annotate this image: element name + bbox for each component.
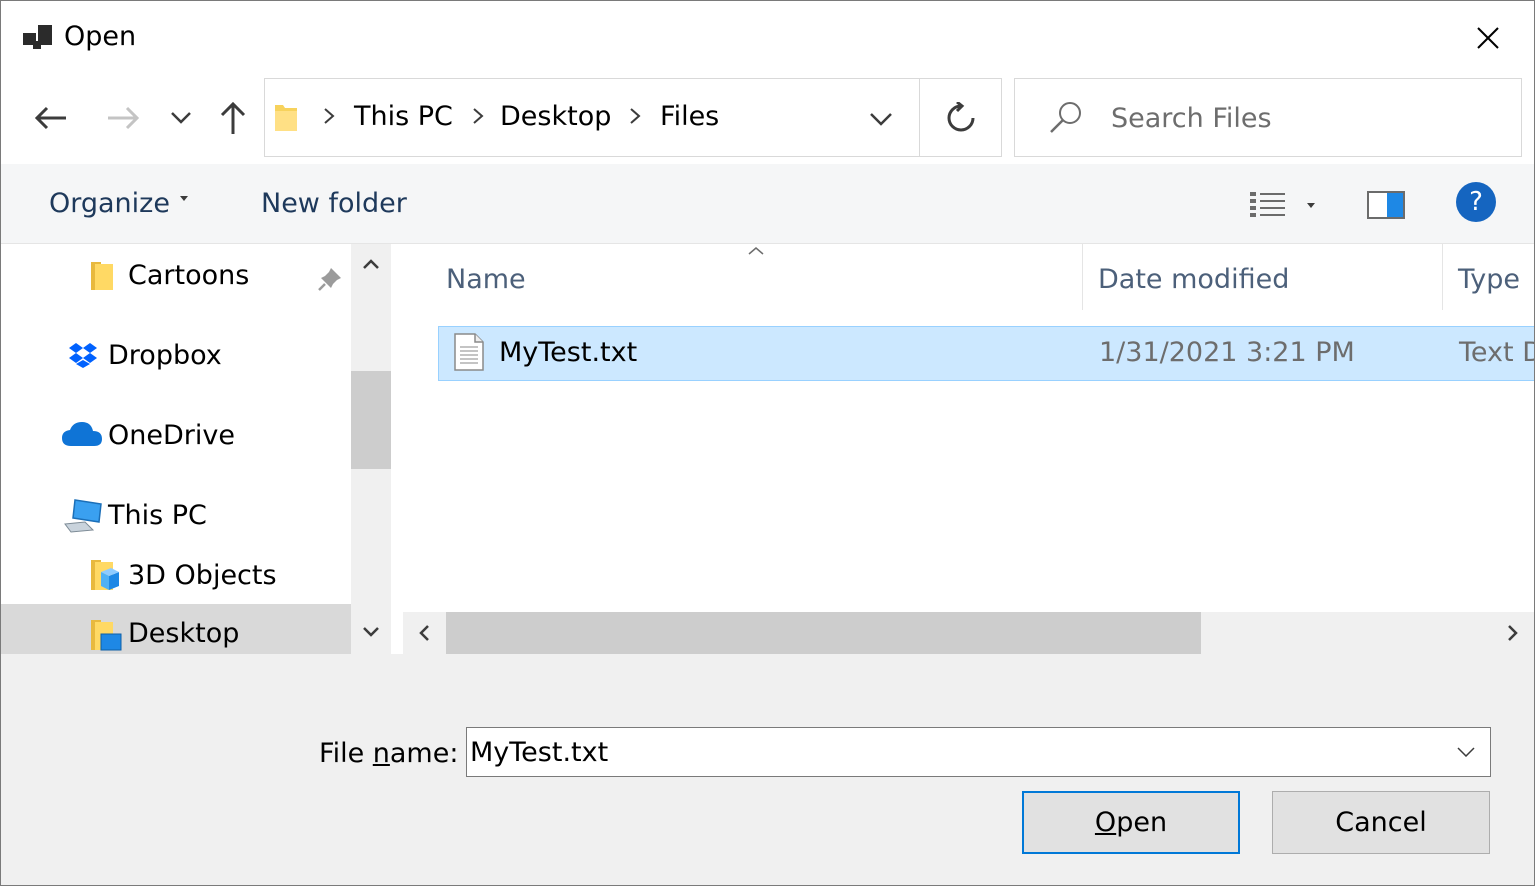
close-icon bbox=[1477, 27, 1499, 49]
breadcrumb-files[interactable]: Files bbox=[660, 101, 719, 132]
sidebar-item-label: Desktop bbox=[128, 618, 240, 649]
file-name-input[interactable] bbox=[470, 732, 1430, 772]
button-accelerator: O bbox=[1094, 807, 1117, 838]
label-accelerator: n bbox=[372, 738, 390, 769]
pin-icon[interactable] bbox=[317, 266, 343, 292]
cloud-icon bbox=[62, 422, 102, 446]
preview-pane-button[interactable] bbox=[1367, 184, 1405, 226]
details-view-icon bbox=[1250, 192, 1285, 217]
address-bar[interactable]: This PC Desktop Files bbox=[264, 78, 1002, 157]
column-header-type[interactable]: Type bbox=[1458, 264, 1520, 295]
up-button[interactable] bbox=[211, 95, 255, 141]
file-name: MyTest.txt bbox=[499, 337, 638, 368]
chevron-left-icon bbox=[419, 625, 429, 641]
sidebar-item-label: This PC bbox=[108, 500, 207, 531]
chevron-right-icon bbox=[630, 108, 641, 124]
help-button[interactable]: ? bbox=[1456, 182, 1496, 222]
app-icon bbox=[23, 25, 52, 49]
sidebar-item-label: 3D Objects bbox=[128, 560, 277, 591]
recent-locations-button[interactable] bbox=[161, 95, 201, 141]
sidebar-item-label: Cartoons bbox=[128, 260, 250, 291]
command-bar: Organize New folder ? bbox=[1, 164, 1534, 244]
navigation-bar: This PC Desktop Files bbox=[1, 77, 1534, 164]
organize-label: Organize bbox=[49, 188, 170, 219]
file-date-modified: 1/31/2021 3:21 PM bbox=[1099, 337, 1355, 368]
sidebar-item-this-pc[interactable]: This PC bbox=[1, 486, 351, 546]
sort-ascending-icon bbox=[748, 247, 764, 255]
navigation-pane: Cartoons Dropbox OneDrive This PC 3D Obj… bbox=[1, 244, 351, 654]
desktop-folder-icon bbox=[91, 620, 122, 651]
address-dropdown-button[interactable] bbox=[855, 99, 907, 139]
change-view-button[interactable] bbox=[1249, 184, 1315, 226]
file-row[interactable]: MyTest.txt 1/31/2021 3:21 PM Text D bbox=[438, 326, 1534, 381]
chevron-down-icon bbox=[870, 113, 892, 126]
file-name-label: File name: bbox=[319, 738, 458, 769]
refresh-icon bbox=[947, 101, 975, 131]
back-button[interactable] bbox=[29, 95, 73, 141]
breadcrumb-desktop[interactable]: Desktop bbox=[500, 101, 611, 132]
breadcrumb-this-pc[interactable]: This PC bbox=[354, 101, 453, 132]
sidebar-item-dropbox[interactable]: Dropbox bbox=[1, 326, 351, 386]
preview-pane-icon bbox=[1367, 191, 1405, 219]
file-type: Text D bbox=[1459, 337, 1534, 368]
chevron-up-icon bbox=[363, 259, 379, 269]
open-button[interactable]: Open bbox=[1022, 791, 1240, 854]
sidebar-item-onedrive[interactable]: OneDrive bbox=[1, 406, 351, 466]
dropbox-icon bbox=[69, 343, 97, 368]
3d-objects-folder-icon bbox=[91, 560, 119, 590]
label-part: ame: bbox=[389, 738, 459, 769]
column-header-date-modified[interactable]: Date modified bbox=[1098, 264, 1289, 295]
sidebar-item-label: Dropbox bbox=[108, 340, 222, 371]
chevron-down-icon bbox=[171, 112, 191, 124]
chevron-down-icon bbox=[1457, 747, 1475, 757]
scroll-down-button[interactable] bbox=[359, 620, 383, 644]
organize-button[interactable]: Organize bbox=[49, 188, 188, 219]
scroll-thumb[interactable] bbox=[446, 612, 1201, 654]
folder-icon bbox=[275, 105, 297, 131]
close-button[interactable] bbox=[1442, 1, 1534, 75]
sidebar-item-desktop[interactable]: Desktop bbox=[1, 604, 351, 654]
address-divider bbox=[919, 79, 920, 156]
forward-button[interactable] bbox=[101, 95, 145, 141]
computer-icon bbox=[64, 499, 102, 533]
arrow-left-icon bbox=[34, 106, 66, 130]
column-divider[interactable] bbox=[1442, 244, 1443, 310]
sidebar-item-3d-objects[interactable]: 3D Objects bbox=[1, 546, 351, 606]
column-divider[interactable] bbox=[1082, 244, 1083, 310]
search-box[interactable] bbox=[1014, 78, 1522, 157]
search-input[interactable] bbox=[1111, 97, 1501, 139]
window-title: Open bbox=[64, 21, 137, 52]
button-label: pen bbox=[1116, 807, 1168, 838]
chevron-right-icon bbox=[1508, 625, 1518, 641]
title-bar: Open bbox=[1, 1, 1534, 77]
cancel-button[interactable]: Cancel bbox=[1272, 791, 1490, 854]
file-name-dropdown-button[interactable] bbox=[1446, 732, 1486, 772]
scroll-right-button[interactable] bbox=[1500, 620, 1526, 646]
navigation-pane-scrollbar[interactable] bbox=[351, 244, 391, 654]
scroll-thumb[interactable] bbox=[351, 371, 391, 469]
caret-down-icon bbox=[1307, 202, 1315, 208]
text-file-icon bbox=[454, 333, 484, 371]
new-folder-button[interactable]: New folder bbox=[261, 188, 407, 219]
scroll-up-button[interactable] bbox=[359, 252, 383, 276]
file-name-combobox[interactable] bbox=[466, 727, 1491, 777]
folder-icon bbox=[91, 262, 113, 290]
label-part: File bbox=[319, 738, 373, 769]
open-dialog: Open This PC Desktop Files Search Files … bbox=[0, 0, 1535, 886]
caret-down-icon bbox=[179, 196, 188, 201]
chevron-right-icon bbox=[473, 108, 484, 124]
file-list: Name Date modified Type MyTest.txt 1/31/… bbox=[398, 244, 1534, 612]
chevron-down-icon bbox=[363, 627, 379, 637]
sidebar-item-cartoons[interactable]: Cartoons bbox=[1, 246, 351, 306]
file-list-horizontal-scrollbar[interactable] bbox=[403, 612, 1534, 654]
column-header-name[interactable]: Name bbox=[446, 264, 526, 295]
chevron-right-icon bbox=[324, 108, 335, 124]
scroll-left-button[interactable] bbox=[411, 620, 437, 646]
refresh-button[interactable] bbox=[921, 79, 1001, 156]
arrow-up-icon bbox=[220, 101, 246, 134]
sidebar-item-label: OneDrive bbox=[108, 420, 235, 451]
search-icon bbox=[1050, 102, 1081, 133]
arrow-right-icon bbox=[108, 106, 140, 130]
